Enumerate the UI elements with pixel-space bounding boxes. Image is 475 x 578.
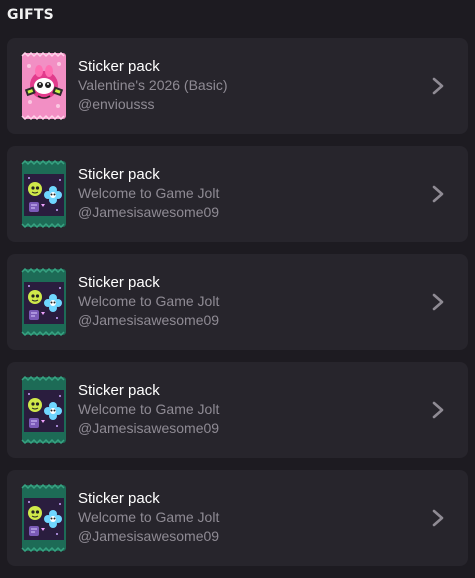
gift-sender: @Jamesisawesome09 bbox=[78, 204, 220, 220]
sticker-pack-welcome-icon bbox=[21, 160, 67, 228]
gift-sender: @enviousss bbox=[78, 96, 155, 112]
sticker-pack-welcome-icon bbox=[21, 376, 67, 444]
gift-card[interactable]: Sticker pack Welcome to Game Jolt @James… bbox=[7, 362, 468, 458]
gift-sender: @Jamesisawesome09 bbox=[78, 420, 220, 436]
gift-title: Sticker pack bbox=[78, 58, 160, 75]
gift-title: Sticker pack bbox=[78, 382, 160, 399]
gift-title: Sticker pack bbox=[78, 274, 160, 291]
gift-card[interactable]: Sticker pack Welcome to Game Jolt @James… bbox=[7, 470, 468, 566]
gift-title: Sticker pack bbox=[78, 166, 160, 183]
chevron-right-icon[interactable] bbox=[428, 507, 448, 529]
chevron-right-icon[interactable] bbox=[428, 399, 448, 421]
chevron-right-icon[interactable] bbox=[428, 75, 448, 97]
gift-card[interactable]: Sticker pack Valentine's 2026 (Basic) @e… bbox=[7, 38, 468, 134]
gifts-heading: GIFTS bbox=[7, 7, 54, 23]
gift-pack-name: Welcome to Game Jolt bbox=[78, 509, 220, 525]
gift-pack-name: Valentine's 2026 (Basic) bbox=[78, 77, 228, 93]
gift-sender: @Jamesisawesome09 bbox=[78, 312, 220, 328]
chevron-right-icon[interactable] bbox=[428, 291, 448, 313]
gift-pack-name: Welcome to Game Jolt bbox=[78, 401, 220, 417]
sticker-pack-valentine-icon bbox=[21, 52, 67, 120]
sticker-pack-welcome-icon bbox=[21, 484, 67, 552]
sticker-pack-welcome-icon bbox=[21, 268, 67, 336]
gift-card[interactable]: Sticker pack Welcome to Game Jolt @James… bbox=[7, 254, 468, 350]
gift-pack-name: Welcome to Game Jolt bbox=[78, 293, 220, 309]
gift-pack-name: Welcome to Game Jolt bbox=[78, 185, 220, 201]
chevron-right-icon[interactable] bbox=[428, 183, 448, 205]
gift-card[interactable]: Sticker pack Welcome to Game Jolt @James… bbox=[7, 146, 468, 242]
gift-list: Sticker pack Valentine's 2026 (Basic) @e… bbox=[7, 38, 468, 578]
gift-sender: @Jamesisawesome09 bbox=[78, 528, 220, 544]
gift-title: Sticker pack bbox=[78, 490, 160, 507]
